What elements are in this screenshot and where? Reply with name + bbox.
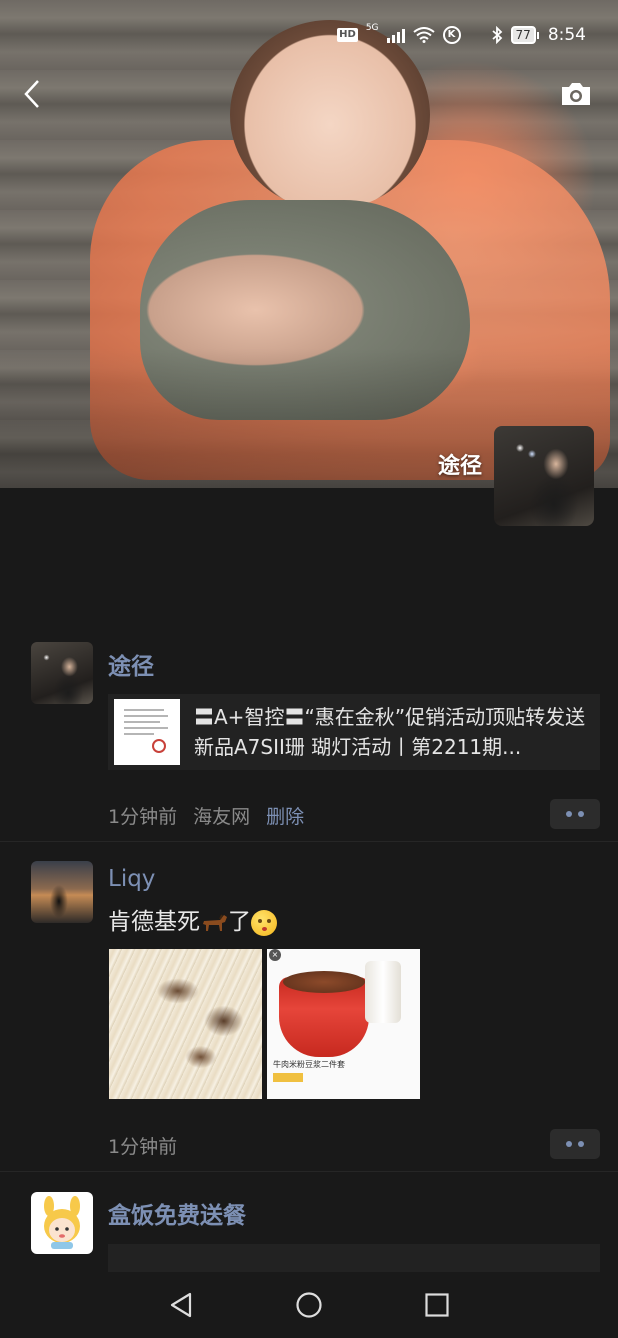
dot-icon	[578, 1141, 584, 1147]
status-bar: HD 5G K 77 8:54	[0, 20, 618, 50]
link-thumbnail	[114, 699, 180, 765]
more-actions-button[interactable]	[550, 1129, 600, 1159]
bluetooth-icon	[491, 26, 502, 44]
network-label: 5G	[365, 23, 379, 33]
post-meta: 1分钟前 海友网 删除	[108, 802, 304, 829]
signal-icon	[386, 27, 405, 43]
nav-recents-button[interactable]	[423, 1291, 451, 1319]
bowl-icon	[279, 971, 369, 1057]
dot-icon	[578, 811, 584, 817]
post-text: 肯德基死 了	[108, 902, 277, 936]
horse-icon	[203, 914, 227, 931]
nav-home-button[interactable]	[295, 1291, 323, 1319]
camera-button[interactable]	[556, 76, 596, 112]
post-author[interactable]: 途径	[108, 647, 154, 681]
avatar[interactable]	[31, 1192, 93, 1254]
wifi-icon	[412, 27, 435, 43]
post-source[interactable]: 海友网	[193, 802, 250, 829]
clock: 8:54	[547, 25, 586, 45]
link-title: 〓A+智控〓“惠在金秋”促销活动顶贴转发送新品A7SII珊 瑚灯活动丨第2211…	[194, 705, 586, 759]
nav-back-button[interactable]	[167, 1291, 195, 1319]
camera-icon	[562, 83, 590, 105]
avatar[interactable]	[31, 861, 93, 923]
battery-icon: 77	[510, 26, 540, 44]
post-time: 1分钟前	[108, 806, 178, 828]
nfc-icon: K	[442, 26, 461, 44]
post-photo-bowl-promo[interactable]: × 牛肉米粉豆浆二件套	[267, 949, 420, 1099]
dot-icon	[566, 1141, 572, 1147]
moment-post: 途径 〓A+智控〓“惠在金秋”促销活动顶贴转发送新品A7SII珊 瑚灯活动丨第2…	[0, 620, 618, 842]
promo-tag	[273, 1073, 303, 1082]
post-photo-noodle[interactable]	[109, 949, 262, 1099]
system-nav-bar	[0, 1272, 618, 1338]
chevron-left-icon	[24, 80, 39, 108]
post-content-placeholder	[108, 1244, 600, 1274]
avatar[interactable]	[31, 642, 93, 704]
post-text-before: 肯德基死	[108, 909, 200, 935]
back-button[interactable]	[16, 76, 48, 112]
close-icon: ×	[269, 949, 281, 961]
moment-post: Liqy 肯德基死 了 × 牛肉米粉豆浆二件套 1分钟前	[0, 842, 618, 1172]
seal-icon	[152, 739, 166, 753]
nav-home-icon	[296, 1292, 322, 1318]
post-author[interactable]: Liqy	[108, 866, 155, 892]
profile-name[interactable]: 途径	[438, 448, 482, 480]
cartoon-girl-icon	[44, 1196, 80, 1249]
delete-button[interactable]: 删除	[266, 802, 304, 829]
post-meta: 1分钟前	[108, 1132, 177, 1159]
cover-photo[interactable]	[0, 0, 618, 488]
cup-icon	[365, 961, 401, 1023]
kissing-face-icon	[251, 909, 277, 936]
nav-recents-icon	[425, 1293, 449, 1317]
post-time: 1分钟前	[108, 1136, 178, 1158]
post-author[interactable]: 盒饭免费送餐	[108, 1196, 246, 1230]
more-actions-button[interactable]	[550, 799, 600, 829]
nav-back-icon	[170, 1292, 192, 1318]
dot-icon	[566, 811, 572, 817]
profile-avatar[interactable]	[494, 426, 594, 526]
shared-link-card[interactable]: 〓A+智控〓“惠在金秋”促销活动顶贴转发送新品A7SII珊 瑚灯活动丨第2211…	[108, 694, 600, 770]
post-text-after: 了	[228, 909, 251, 935]
hd-badge: HD	[337, 28, 358, 42]
promo-caption: 牛肉米粉豆浆二件套	[273, 1060, 345, 1069]
